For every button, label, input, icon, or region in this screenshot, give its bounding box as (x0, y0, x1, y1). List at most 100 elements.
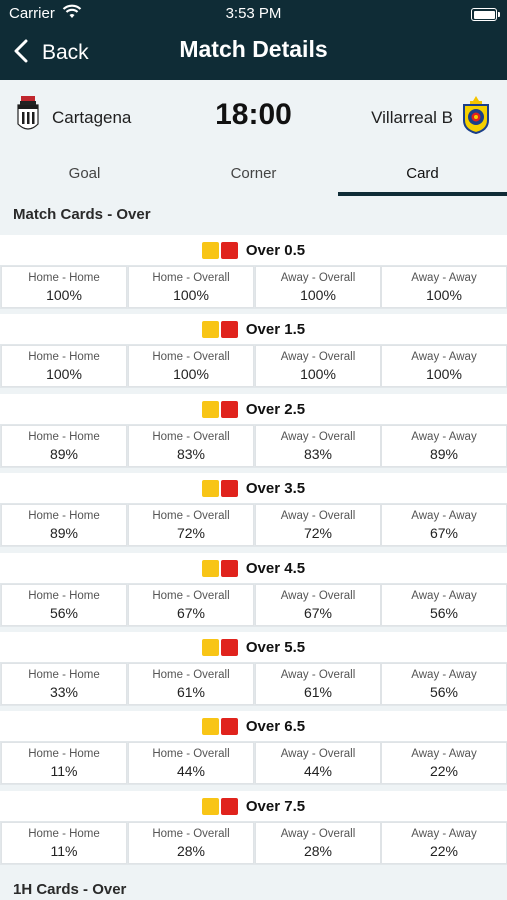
stat-percentage: 100% (173, 287, 209, 303)
stat-column-label: Home - Overall (152, 272, 230, 284)
stat-percentage: 100% (46, 366, 82, 382)
nav-header: Carrier 3:53 PM Back Match Details (0, 0, 507, 80)
stat-column-label: Away - Overall (280, 510, 356, 522)
active-tab-indicator (338, 192, 507, 196)
stat-column-label: Away - Overall (280, 590, 356, 602)
stat-percentage: 44% (303, 763, 333, 779)
over-block: Over 5.5 Home - Home 33% Home - Overall 61% A… (0, 632, 507, 706)
stat-cell: Home - Overall 72% (128, 504, 254, 546)
tab-corner[interactable]: Corner (169, 152, 338, 196)
over-block-header: Over 6.5 (0, 711, 507, 741)
stat-cells-row: Home - Home 89% Home - Overall 83% Away - Ov… (0, 424, 507, 468)
over-block-header: Over 0.5 (0, 235, 507, 265)
over-threshold-label: Over 1.5 (245, 320, 306, 338)
stat-percentage: 22% (429, 763, 459, 779)
over-block-header: Over 5.5 (0, 632, 507, 662)
over-threshold-label: Over 3.5 (245, 479, 306, 497)
stat-column-label: Away - Away (411, 669, 477, 681)
stat-column-label: Away - Overall (280, 828, 356, 840)
stat-column-label: Home - Overall (152, 431, 230, 443)
stat-column-label: Away - Away (411, 351, 477, 363)
stat-cell: Home - Home 100% (1, 266, 127, 308)
stat-cell: Home - Overall 83% (128, 425, 254, 467)
battery-icon (471, 8, 500, 21)
stat-column-label: Home - Home (28, 828, 100, 840)
stat-cells-row: Home - Home 100% Home - Overall 100% Away - … (0, 344, 507, 388)
stat-cells-row: Home - Home 100% Home - Overall 100% Away - … (0, 265, 507, 309)
stat-cell: Home - Home 56% (1, 584, 127, 626)
stat-cell: Home - Home 100% (1, 345, 127, 387)
stat-cells-row: Home - Home 56% Home - Overall 67% Away - Ov… (0, 583, 507, 627)
villarreal-crest-icon (461, 96, 491, 139)
stat-cell: Away - Away 89% (381, 425, 507, 467)
stat-cell: Away - Away 56% (381, 584, 507, 626)
stat-column-label: Away - Overall (280, 431, 356, 443)
stat-cell: Home - Home 11% (1, 822, 127, 864)
stat-column-label: Away - Away (411, 748, 477, 760)
stat-cell: Away - Overall 72% (255, 504, 381, 546)
over-threshold-label: Over 0.5 (245, 241, 306, 259)
stat-percentage: 56% (49, 605, 79, 621)
over-block-header: Over 1.5 (0, 314, 507, 344)
stat-cell: Home - Overall 28% (128, 822, 254, 864)
stat-cells-row: Home - Home 33% Home - Overall 61% Away - Ov… (0, 662, 507, 706)
stat-cell: Home - Overall 100% (128, 345, 254, 387)
stat-percentage: 61% (176, 684, 206, 700)
away-team-name: Villarreal B (371, 107, 453, 127)
stat-cell: Home - Home 89% (1, 425, 127, 467)
over-block: Over 0.5 Home - Home 100% Home - Overall 100… (0, 235, 507, 309)
stat-column-label: Home - Home (28, 431, 100, 443)
over-block: Over 3.5 Home - Home 89% Home - Overall 72% A… (0, 473, 507, 547)
stat-column-label: Home - Overall (152, 748, 230, 760)
stat-percentage: 100% (173, 366, 209, 382)
over-block: Over 2.5 Home - Home 89% Home - Overall 83% A… (0, 394, 507, 468)
stat-cell: Away - Away 100% (381, 345, 507, 387)
over-block-header: Over 4.5 (0, 553, 507, 583)
stat-percentage: 72% (176, 525, 206, 541)
stat-percentage: 22% (429, 843, 459, 859)
stat-percentage: 33% (49, 684, 79, 700)
yellow-red-cards-icon (201, 638, 240, 656)
first-half-cards-section-title: 1H Cards - Over (13, 881, 127, 898)
stat-cell: Home - Home 89% (1, 504, 127, 546)
stat-percentage: 61% (303, 684, 333, 700)
stat-percentage: 83% (176, 446, 206, 462)
over-block-header: Over 3.5 (0, 473, 507, 503)
tab-goal[interactable]: Goal (0, 152, 169, 196)
page-title: Match Details (179, 36, 328, 62)
stat-percentage: 28% (303, 843, 333, 859)
over-block: Over 1.5 Home - Home 100% Home - Overall 100… (0, 314, 507, 388)
stat-cell: Away - Overall 67% (255, 584, 381, 626)
stat-percentage: 56% (429, 605, 459, 621)
yellow-red-cards-icon (201, 320, 240, 338)
status-bar: Carrier 3:53 PM (0, 4, 507, 24)
stat-column-label: Home - Overall (152, 351, 230, 363)
stat-cell: Away - Away 22% (381, 742, 507, 784)
stat-cell: Away - Away 100% (381, 266, 507, 308)
stat-percentage: 89% (429, 446, 459, 462)
match-cards-section-title: Match Cards - Over (13, 206, 151, 223)
stat-cell: Away - Away 67% (381, 504, 507, 546)
stat-column-label: Away - Away (411, 431, 477, 443)
yellow-red-cards-icon (201, 559, 240, 577)
over-block-header: Over 2.5 (0, 394, 507, 424)
stat-column-label: Away - Overall (280, 272, 356, 284)
stat-cells-row: Home - Home 11% Home - Overall 44% Away - Ov… (0, 741, 507, 785)
over-threshold-label: Over 6.5 (245, 717, 306, 735)
stat-column-label: Home - Home (28, 748, 100, 760)
stat-column-label: Home - Overall (152, 669, 230, 681)
stat-column-label: Home - Home (28, 510, 100, 522)
stat-column-label: Home - Home (28, 272, 100, 284)
over-block: Over 6.5 Home - Home 11% Home - Overall 44% A… (0, 711, 507, 785)
tab-card[interactable]: Card (338, 152, 507, 196)
stat-column-label: Away - Overall (280, 748, 356, 760)
stat-percentage: 89% (49, 525, 79, 541)
stat-column-label: Away - Away (411, 272, 477, 284)
over-threshold-label: Over 5.5 (245, 638, 306, 656)
stat-percentage: 100% (300, 366, 336, 382)
stat-percentage: 100% (426, 366, 462, 382)
stat-cell: Home - Overall 61% (128, 663, 254, 705)
stat-percentage: 44% (176, 763, 206, 779)
match-header: Cartagena 18:00 Villarreal B (0, 80, 507, 152)
stat-column-label: Away - Away (411, 828, 477, 840)
